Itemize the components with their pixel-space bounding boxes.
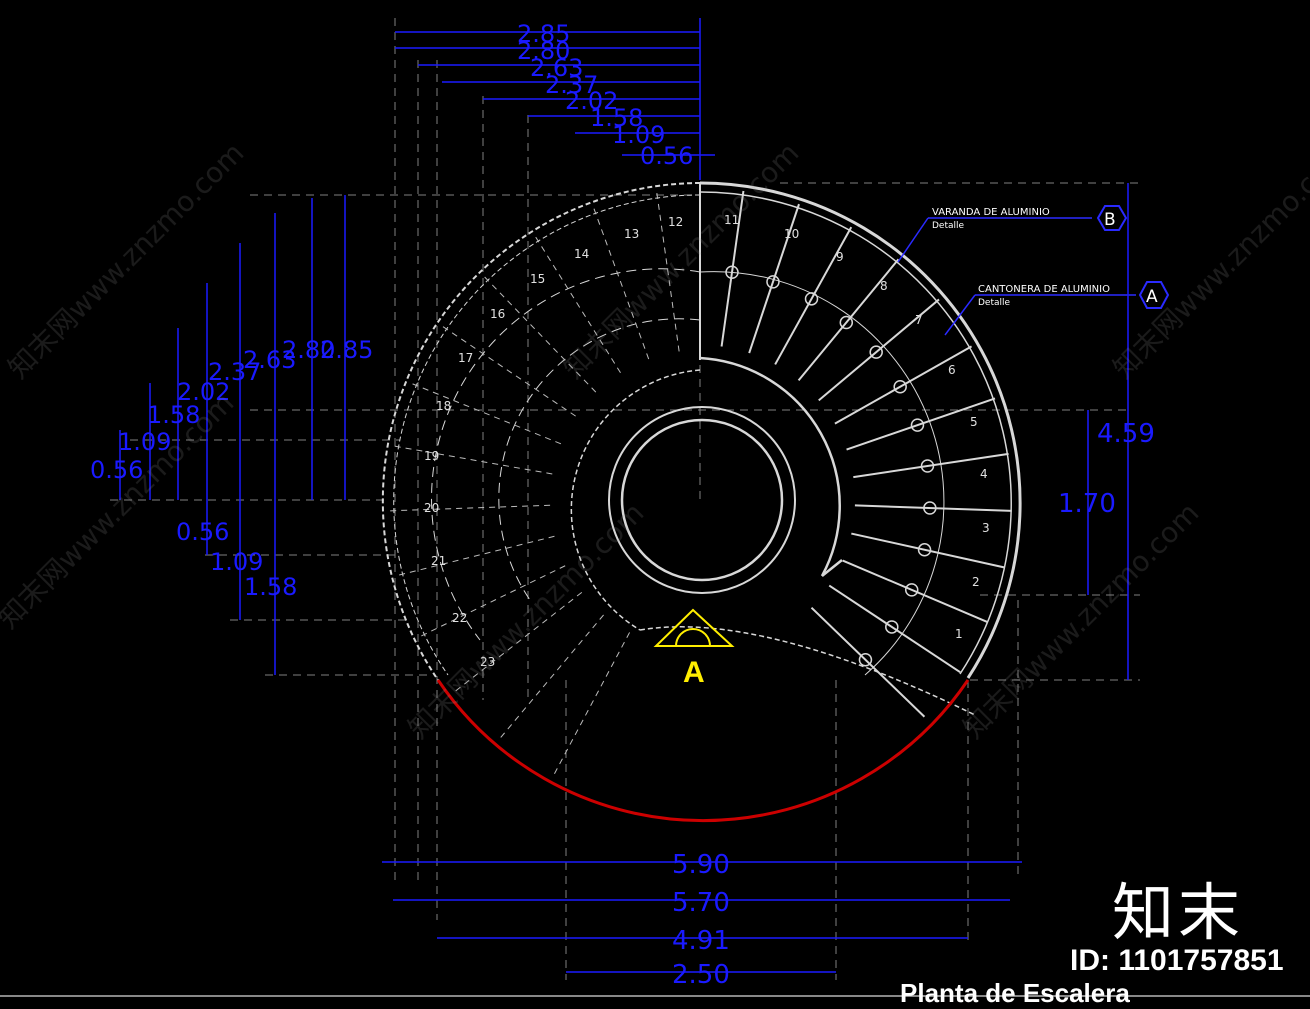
- top-dimension-labels: 2.85 2.80 2.63 2.37 2.02 1.58 1.09 0.56: [517, 20, 693, 170]
- step-number: 22: [452, 611, 467, 625]
- tread-line: [810, 606, 926, 718]
- tread-line: [851, 532, 1005, 569]
- step-number: 1: [955, 627, 963, 641]
- right-dim-total: 4.59: [1097, 419, 1155, 449]
- left-lower-dim-1: 0.56: [176, 518, 229, 546]
- right-dim-partial: 1.70: [1058, 489, 1116, 519]
- step-number: 5: [970, 415, 978, 429]
- callout-b-tag: B: [1104, 210, 1116, 230]
- bottom-dimension-labels: 5.90 5.70 4.91 2.50: [672, 850, 730, 990]
- step-number: 10: [784, 227, 799, 241]
- step-number: 16: [490, 307, 505, 321]
- step-number: 6: [948, 363, 956, 377]
- step-treads-right: [720, 190, 1012, 718]
- step-number: 13: [624, 227, 639, 241]
- right-dimension-labels: 4.59 1.70: [1058, 419, 1155, 519]
- top-dim-8: 0.56: [640, 142, 693, 170]
- tread-line-dashed: [442, 326, 576, 417]
- callout-a-tag: A: [1146, 287, 1158, 307]
- tread-line-dashed: [399, 535, 555, 576]
- step-number: 2: [972, 575, 980, 589]
- callout-a-title: CANTONERA DE ALUMINIO: [978, 284, 1110, 295]
- tread-line: [797, 258, 900, 382]
- stair-plan-drawing: 1234567891011121314151617181920212223 A …: [0, 18, 1310, 997]
- walk-line-right: [699, 271, 945, 676]
- step-number: 15: [530, 272, 545, 286]
- watermark-5: 知末网www.znzmo.com: [402, 496, 651, 745]
- tread-line: [828, 584, 961, 674]
- callout-b: VARANDA DE ALUMINIO Detalle B: [897, 205, 1128, 263]
- tread-line-dashed: [390, 504, 551, 512]
- section-marker-label: A: [683, 656, 705, 689]
- left-lower-dim-2: 1.09: [210, 548, 263, 576]
- callout-a: CANTONERA DE ALUMINIO Detalle A: [944, 281, 1170, 336]
- step-number: 20: [424, 501, 439, 515]
- watermark-2: 知末网www.znzmo.com: [557, 136, 806, 385]
- step-number: 12: [668, 215, 683, 229]
- watermark-6: 知末网www.znzmo.com: [957, 496, 1206, 745]
- outer-arc: [699, 181, 1022, 679]
- tread-line: [854, 504, 1012, 512]
- step-number: 9: [836, 250, 844, 264]
- callout-b-sub: Detalle: [932, 221, 965, 231]
- step-number: 17: [458, 351, 473, 365]
- step-number: 7: [915, 313, 923, 327]
- id-label: ID: 1101757851: [1070, 944, 1284, 977]
- tread-line-dashed: [554, 632, 631, 774]
- plan-title: Planta de Escalera: [900, 978, 1130, 1008]
- step-number: 4: [980, 467, 988, 481]
- brand-logo: 知末: [1112, 876, 1245, 949]
- step-number: 21: [431, 554, 446, 568]
- landing-arc: [436, 679, 970, 823]
- tread-line-dashed: [412, 383, 562, 445]
- bottom-dim-2: 5.70: [672, 888, 730, 918]
- left-dimension-labels: 2.85 2.80 2.63 2.37 2.02 1.58 1.09 0.56 …: [90, 336, 373, 601]
- bottom-dim-1: 5.90: [672, 850, 730, 880]
- watermark-3: 知末网www.znzmo.com: [1107, 136, 1310, 385]
- bottom-dim-4: 2.50: [672, 960, 730, 990]
- step-number: 18: [436, 399, 451, 413]
- left-lower-dim-3: 1.58: [244, 573, 297, 601]
- step-number: 14: [574, 247, 589, 261]
- watermark-4: 知末网www.znzmo.com: [0, 386, 240, 635]
- step-number: 8: [880, 279, 888, 293]
- step-number: 19: [424, 449, 439, 463]
- bottom-dim-3: 4.91: [672, 926, 730, 956]
- callout-b-title: VARANDA DE ALUMINIO: [932, 207, 1050, 218]
- watermark-1: 知末网www.znzmo.com: [2, 136, 251, 385]
- tread-line: [774, 226, 853, 365]
- step-number: 3: [982, 521, 990, 535]
- central-column: [608, 406, 796, 594]
- section-marker: [653, 608, 735, 647]
- callout-a-sub: Detalle: [978, 298, 1011, 308]
- tread-line: [834, 345, 973, 425]
